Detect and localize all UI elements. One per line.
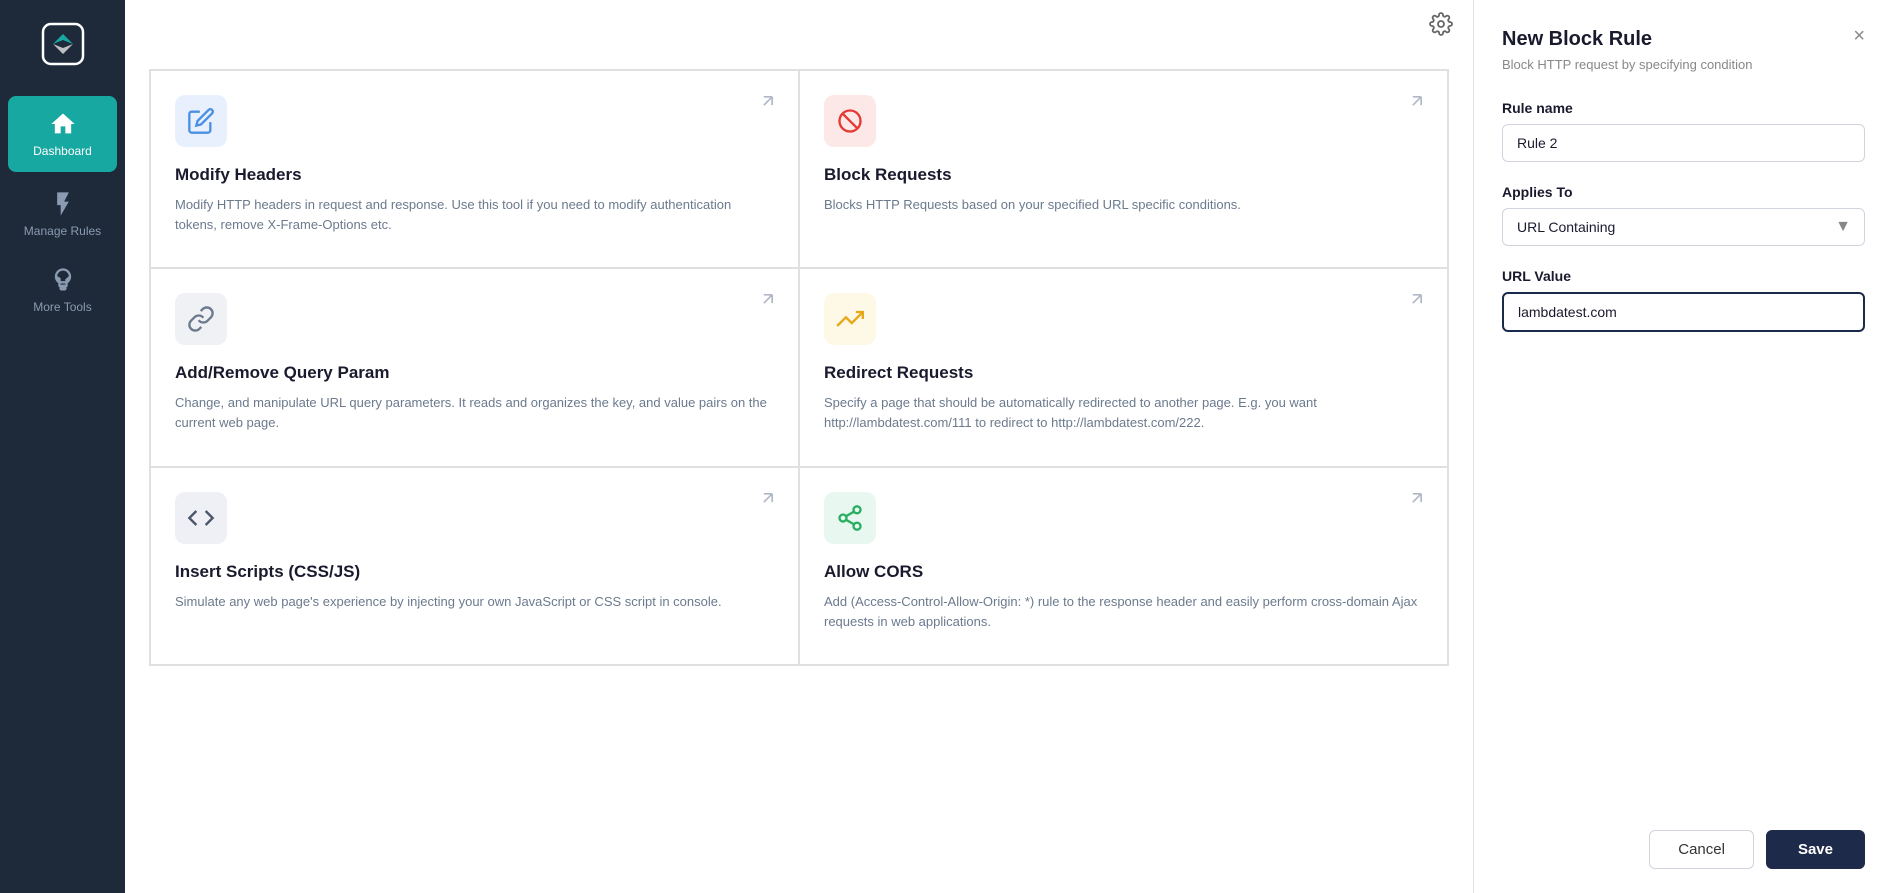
link-icon [187,305,215,333]
applies-to-label: Applies To [1502,184,1865,200]
redirect-requests-arrow [1407,289,1427,314]
panel-close-button[interactable]: × [1853,26,1865,46]
applies-to-select-wrap: URL Containing URL Equals URL Starts Wit… [1502,208,1865,246]
card-query-param[interactable]: Add/Remove Query Param Change, and manip… [150,268,799,466]
block-requests-arrow [1407,91,1427,116]
block-icon [836,107,864,135]
cancel-button[interactable]: Cancel [1649,830,1754,869]
block-requests-icon-wrap [824,95,876,147]
query-param-title: Add/Remove Query Param [175,363,774,383]
query-param-icon-wrap [175,293,227,345]
card-redirect-requests[interactable]: Redirect Requests Specify a page that sh… [799,268,1448,466]
app-logo [35,16,91,72]
sidebar-item-manage-rules-label: Manage Rules [24,224,101,238]
modify-headers-title: Modify Headers [175,165,774,185]
rule-name-label: Rule name [1502,100,1865,116]
main-area: Modify Headers Modify HTTP headers in re… [125,0,1473,893]
allow-cors-icon-wrap [824,492,876,544]
allow-cors-title: Allow CORS [824,562,1423,582]
code-icon [187,504,215,532]
settings-button[interactable] [1429,12,1453,41]
redirect-requests-icon-wrap [824,293,876,345]
panel-title: New Block Rule [1502,28,1652,51]
block-requests-title: Block Requests [824,165,1423,185]
allow-cors-desc: Add (Access-Control-Allow-Origin: *) rul… [824,592,1423,632]
rule-name-input[interactable] [1502,124,1865,162]
query-param-desc: Change, and manipulate URL query paramet… [175,393,774,433]
card-insert-scripts[interactable]: Insert Scripts (CSS/JS) Simulate any web… [150,467,799,665]
arrow-icon [1407,289,1427,309]
panel-subtitle: Block HTTP request by specifying conditi… [1502,57,1865,72]
insert-scripts-icon-wrap [175,492,227,544]
query-param-arrow [758,289,778,314]
topbar [125,0,1473,53]
block-requests-desc: Blocks HTTP Requests based on your speci… [824,195,1423,215]
url-value-label: URL Value [1502,268,1865,284]
insert-scripts-title: Insert Scripts (CSS/JS) [175,562,774,582]
url-value-input[interactable] [1502,292,1865,332]
home-icon [49,110,77,138]
redirect-requests-title: Redirect Requests [824,363,1423,383]
settings-icon [1429,12,1453,36]
arrow-icon [1407,488,1427,508]
sidebar-item-dashboard[interactable]: Dashboard [8,96,117,172]
arrow-icon [1407,91,1427,111]
arrow-icon [758,289,778,309]
panel-header: New Block Rule × [1502,28,1865,51]
arrow-icon [758,91,778,111]
save-button[interactable]: Save [1766,830,1865,869]
sidebar: Dashboard Manage Rules More Tools [0,0,125,893]
insert-scripts-desc: Simulate any web page's experience by in… [175,592,774,612]
cards-grid: Modify Headers Modify HTTP headers in re… [149,69,1449,666]
right-panel: New Block Rule × Block HTTP request by s… [1473,0,1893,893]
share-icon [836,504,864,532]
sidebar-item-dashboard-label: Dashboard [33,144,92,158]
panel-actions: Cancel Save [1502,830,1865,869]
sidebar-item-more-tools[interactable]: More Tools [0,252,125,328]
tools-icon [49,266,77,294]
card-block-requests[interactable]: Block Requests Blocks HTTP Requests base… [799,70,1448,268]
sidebar-item-more-tools-label: More Tools [33,300,91,314]
allow-cors-arrow [1407,488,1427,513]
modify-headers-icon-wrap [175,95,227,147]
card-modify-headers[interactable]: Modify Headers Modify HTTP headers in re… [150,70,799,268]
applies-to-select[interactable]: URL Containing URL Equals URL Starts Wit… [1502,208,1865,246]
lightning-icon [49,190,77,218]
arrow-icon [758,488,778,508]
card-allow-cors[interactable]: Allow CORS Add (Access-Control-Allow-Ori… [799,467,1448,665]
redirect-requests-desc: Specify a page that should be automatica… [824,393,1423,433]
insert-scripts-arrow [758,488,778,513]
modify-headers-arrow [758,91,778,116]
redirect-icon [836,305,864,333]
cards-area: Modify Headers Modify HTTP headers in re… [125,53,1473,893]
modify-headers-desc: Modify HTTP headers in request and respo… [175,195,774,235]
sidebar-item-manage-rules[interactable]: Manage Rules [0,176,125,252]
pencil-icon [187,107,215,135]
